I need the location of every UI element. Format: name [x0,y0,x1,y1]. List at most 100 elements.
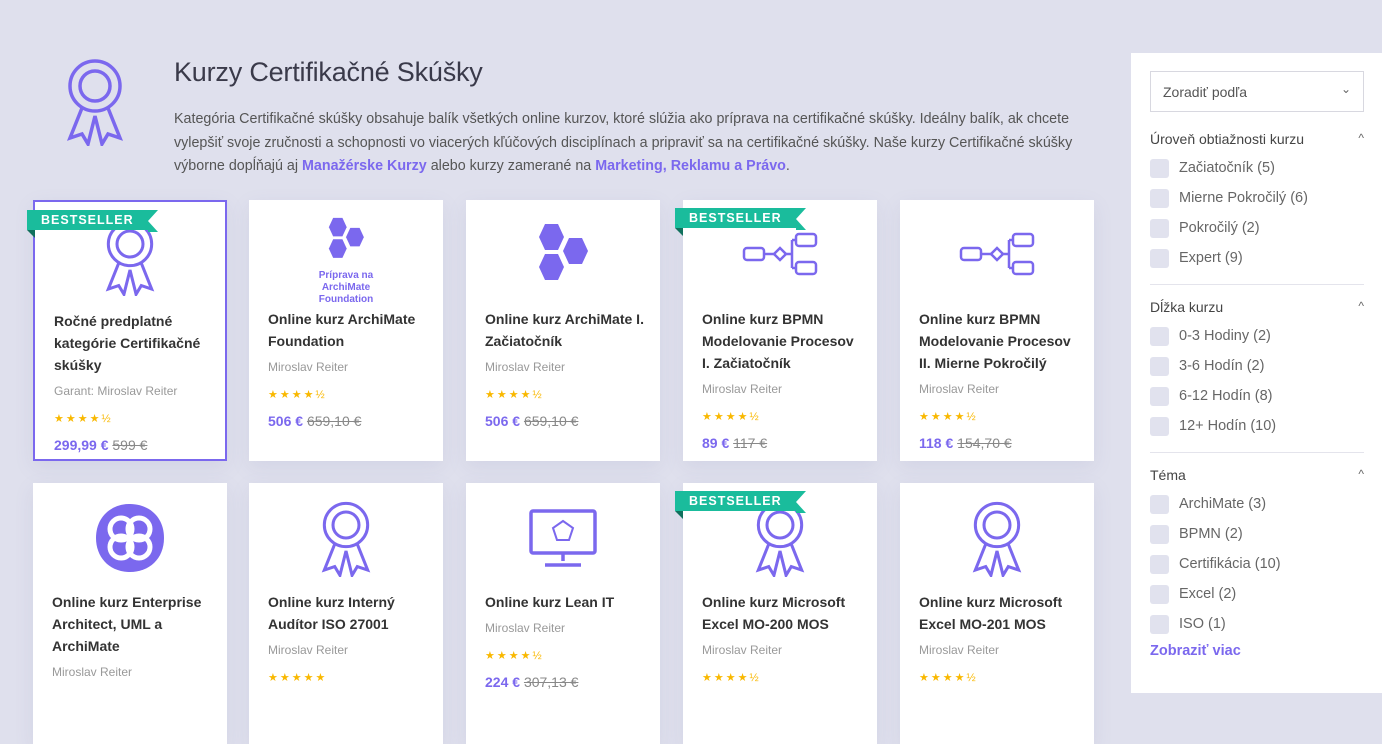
old-price: 154,70 € [957,435,1012,451]
rating-stars: ★★★★★ [268,672,328,684]
filter-option[interactable]: Mierne Pokročilý (6) [1150,183,1364,213]
course-author: Miroslav Reiter [919,382,1000,396]
rating-stars: ★★★★½ [485,389,544,401]
filter-option[interactable]: Certifikácia (10) [1150,549,1364,579]
old-price: 659,10 € [523,413,579,429]
old-price: 599 € [112,437,148,453]
rating-stars: ★★★★½ [919,411,978,423]
filter-sidebar: Zoradiť podľa ⌄ Úroveň obtiažnosti kurzu ^… [1131,53,1382,693]
course-title[interactable]: Online kurz Lean IT [485,591,646,613]
checkbox[interactable] [1150,158,1169,178]
course-title[interactable]: Online kurz Microsoft Excel MO-200 MOS [702,591,863,635]
course-card[interactable]: Online kurz Interný Audítor ISO 27001 Mir… [249,483,443,744]
filter-group: Téma ^ ArchiMate (3) BPMN (2) Certifikácia (… [1150,467,1364,659]
icon-caption: Príprava na ArchiMate Foundation [318,270,374,305]
monitor-cycle-icon [466,495,660,581]
checkbox[interactable] [1150,218,1169,238]
course-title[interactable]: Online kurz BPMN Modelovanie Procesov I.… [702,308,863,374]
course-title[interactable]: Online kurz BPMN Modelovanie Procesov II… [919,308,1080,374]
filter-group: Úroveň obtiažnosti kurzu ^ Začiatočník (5)… [1150,131,1364,273]
filter-option[interactable]: Expert (9) [1150,243,1364,273]
filter-option[interactable]: 6-12 Hodín (8) [1150,381,1364,411]
filter-group-title[interactable]: Úroveň obtiažnosti kurzu ^ [1150,131,1364,153]
checkbox[interactable] [1150,188,1169,208]
course-price: 506 € 659,10 € [268,413,362,429]
course-card[interactable]: BESTSELLER Online kurz BPMN Modelovanie P… [675,200,877,461]
bestseller-badge: BESTSELLER [27,210,158,238]
course-title[interactable]: Online kurz ArchiMate I. Začiatočník [485,308,646,352]
course-author: Miroslav Reiter [52,665,133,679]
course-title[interactable]: Online kurz ArchiMate Foundation [268,308,429,352]
filter-option[interactable]: Pokročilý (2) [1150,213,1364,243]
show-more-link[interactable]: Zobraziť viac [1150,643,1364,659]
chevron-up-icon[interactable]: ^ [1358,467,1364,481]
checkbox[interactable] [1150,248,1169,268]
course-author: Miroslav Reiter [268,643,349,657]
course-author: Miroslav Reiter [702,643,783,657]
filter-option[interactable]: Excel (2) [1150,579,1364,609]
course-price: 299,99 € 599 € [54,437,148,453]
course-card[interactable]: BESTSELLER Ročné predplatné kategórie Cer… [27,200,227,461]
checkbox[interactable] [1150,416,1169,436]
rating-stars: ★★★★½ [702,411,761,423]
checkbox[interactable] [1150,494,1169,514]
sort-select[interactable]: Zoradiť podľa ⌄ [1150,71,1364,112]
checkbox[interactable] [1150,584,1169,604]
course-price: 89 € 117 € [702,435,768,451]
course-card[interactable]: Online kurz BPMN Modelovanie Procesov II… [900,200,1094,461]
filter-option[interactable]: Začiatočník (5) [1150,153,1364,183]
course-author: Miroslav Reiter [702,382,783,396]
course-author: Miroslav Reiter [485,621,566,635]
award-icon [249,495,443,581]
course-author: Miroslav Reiter [485,360,566,374]
filter-option[interactable]: ArchiMate (3) [1150,489,1364,519]
course-card[interactable]: Online kurz ArchiMate I. Začiatočník Miro… [466,200,660,461]
filter-option[interactable]: 0-3 Hodiny (2) [1150,321,1364,351]
course-title[interactable]: Online kurz Microsoft Excel MO-201 MOS [919,591,1080,635]
filter-group-title[interactable]: Téma ^ [1150,467,1364,489]
link-marketing[interactable]: Marketing, Reklamu a Právo [595,158,786,174]
course-price: 224 € 307,13 € [485,674,579,690]
checkbox[interactable] [1150,326,1169,346]
filter-option[interactable]: BPMN (2) [1150,519,1364,549]
course-title[interactable]: Online kurz Enterprise Architect, UML a … [52,591,213,657]
process-icon [900,212,1094,298]
course-card[interactable]: Príprava na ArchiMate Foundation Online k… [249,200,443,461]
rating-stars: ★★★★½ [702,672,761,684]
old-price: 659,10 € [306,413,362,429]
page-title: Kurzy Certifikačné Skúšky [174,57,483,87]
link-manazerske-kurzy[interactable]: Manažérske Kurzy [302,158,427,174]
old-price: 307,13 € [523,674,579,690]
divider [1150,452,1364,453]
course-price: 506 € 659,10 € [485,413,579,429]
award-icon [900,495,1094,581]
course-card[interactable]: Online kurz Microsoft Excel MO-201 MOS Mi… [900,483,1094,744]
checkbox[interactable] [1150,614,1169,634]
filter-option[interactable]: 3-6 Hodín (2) [1150,351,1364,381]
course-price: 118 € 154,70 € [919,435,1012,451]
checkbox[interactable] [1150,386,1169,406]
filter-option[interactable]: 12+ Hodín (10) [1150,411,1364,441]
filter-option[interactable]: ISO (1) [1150,609,1364,639]
course-card[interactable]: Online kurz Lean IT Miroslav Reiter ★★★★½ 2… [466,483,660,744]
filter-group-title[interactable]: Dĺžka kurzu ^ [1150,299,1364,321]
course-author: Miroslav Reiter [919,643,1000,657]
award-icon [66,59,124,146]
course-title[interactable]: Ročné predplatné kategórie Certifikačné … [54,310,211,376]
checkbox[interactable] [1150,554,1169,574]
course-card[interactable]: Online kurz Enterprise Architect, UML a … [33,483,227,744]
enterprise-architect-icon [33,495,227,581]
chevron-down-icon: ⌄ [1340,82,1351,96]
bestseller-badge: BESTSELLER [675,208,806,236]
checkbox[interactable] [1150,524,1169,544]
chevron-up-icon[interactable]: ^ [1358,299,1364,313]
category-description: Kategória Certifikačné skúšky obsahuje b… [174,111,1073,174]
checkbox[interactable] [1150,356,1169,376]
course-title[interactable]: Online kurz Interný Audítor ISO 27001 [268,591,429,635]
course-author: Miroslav Reiter [268,360,349,374]
chevron-up-icon[interactable]: ^ [1358,131,1364,145]
hexagons-icon [466,212,660,298]
rating-stars: ★★★★½ [54,413,113,425]
course-author: Garant: Miroslav Reiter [54,384,178,398]
course-card[interactable]: BESTSELLER Online kurz Microsoft Excel MO… [675,483,877,744]
